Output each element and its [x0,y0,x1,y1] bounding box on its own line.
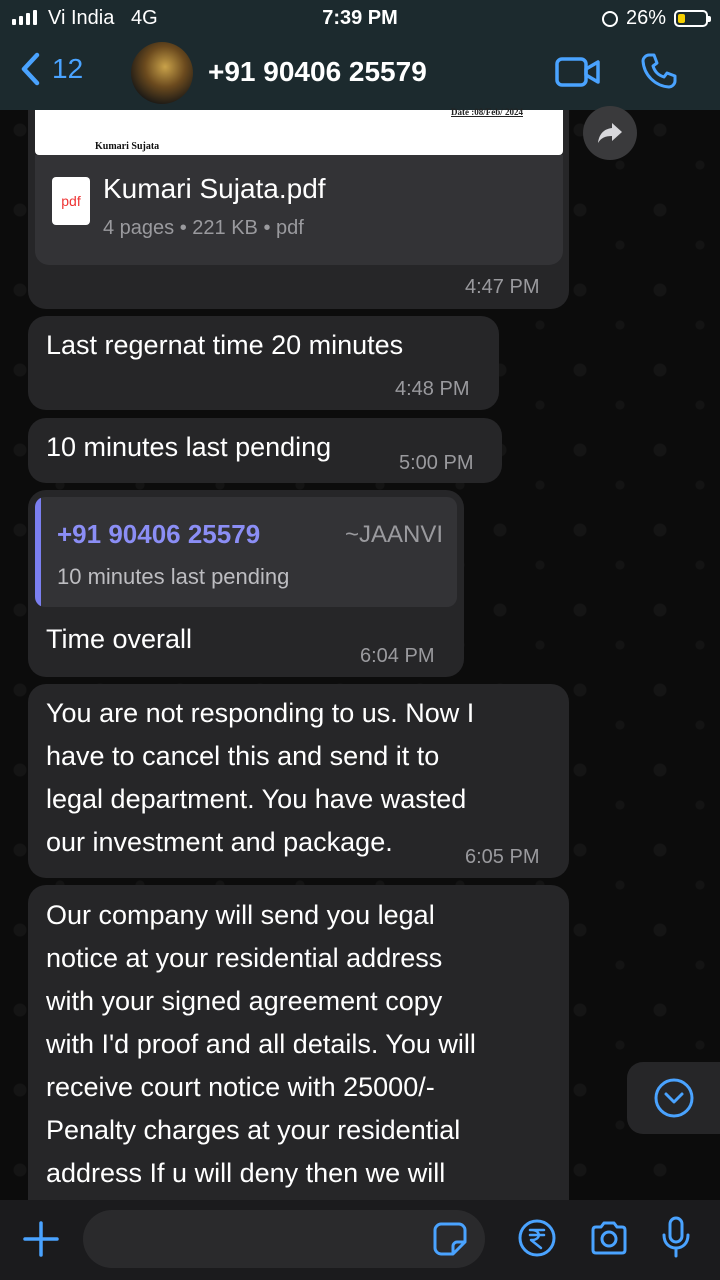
share-arrow-icon [598,123,622,143]
file-meta: 4 pages • 221 KB • pdf [103,217,304,239]
preview-date: Date :08/Feb/ 2024 [451,107,523,117]
chevron-left-icon [21,52,40,86]
message-reply[interactable]: +91 90406 25579 ~JAANVI 10 minutes last … [28,490,464,677]
message-time: 4:47 PM [465,276,540,298]
message-line: have to cancel this and send it to [46,741,440,771]
rotation-lock-icon [601,10,618,27]
phone-call-icon[interactable] [640,52,678,90]
battery-icon [674,10,711,27]
forward-button[interactable] [583,106,637,160]
microphone-icon[interactable] [660,1215,692,1259]
message-time: 6:04 PM [360,645,435,667]
message-text: Last regernat time 20 minutes [46,330,404,360]
quote-alias: ~JAANVI [344,521,443,548]
quoted-message[interactable]: +91 90406 25579 ~JAANVI 10 minutes last … [35,497,457,607]
preview-name: Kumari Sujata [95,141,160,152]
message-line: notice at your residential address [46,943,443,973]
message-bubble[interactable]: Last regernat time 20 minutes 4:48 PM [28,316,499,410]
file-name: Kumari Sujata.pdf [103,173,326,204]
chevron-down-circle-icon [654,1078,693,1118]
back-button[interactable]: 12 [20,52,83,86]
message-line: address If u will deny then we will [46,1158,446,1188]
status-bar: Vi India 4G 7:39 PM 26% [0,0,720,38]
message-line: legal department. You have wasted [46,784,467,814]
message-line: with your signed agreement copy [46,986,443,1016]
top-bar: Vi India 4G 7:39 PM 26% 12 +91 90406 255… [0,0,720,110]
file-type-label: pdf [61,193,81,209]
message-time: 5:00 PM [399,452,474,474]
message-text: 10 minutes last pending [46,432,332,462]
document-card[interactable]: pdf Kumari Sujata.pdf 4 pages • 221 KB •… [35,155,563,265]
message-bubble[interactable]: You are not responding to us. Now I have… [28,684,569,878]
quote-text: 10 minutes last pending [57,564,290,589]
quote-sender: +91 90406 25579 [57,519,261,549]
message-line: You are not responding to us. Now I [46,698,475,728]
message-line: Penalty charges at your residential [46,1115,461,1145]
message-bubble[interactable]: Our company will send you legal notice a… [28,885,569,1215]
message-time: 6:05 PM [465,846,540,868]
message-time: 4:48 PM [395,378,470,400]
message-text: Our company will send you legal notice a… [46,894,476,1195]
unread-count: 12 [52,53,84,84]
message-input-bar [0,1200,720,1280]
message-text: Time overall [46,624,193,654]
battery-percent: 26% [625,7,666,29]
battery-indicator: 26% [601,7,711,30]
message-line: our investment and package. [46,827,393,857]
quote-bar [35,497,41,607]
avatar[interactable] [131,42,193,104]
message-line: with I'd proof and all details. You will [46,1029,476,1059]
message-line: receive court notice with 25000/- [46,1072,435,1102]
message-bubble[interactable]: 10 minutes last pending 5:00 PM [28,418,502,483]
message-text: You are not responding to us. Now I have… [46,692,474,864]
chat-header: 12 +91 90406 25579 [0,38,720,110]
scroll-to-bottom-button[interactable] [627,1062,720,1134]
message-input[interactable] [83,1210,485,1268]
camera-icon[interactable] [589,1220,629,1256]
plus-icon[interactable] [22,1220,60,1258]
contact-name[interactable]: +91 90406 25579 [208,56,427,88]
message-document[interactable]: Date :08/Feb/ 2024 Kumari Sujata pdf Kum… [28,107,569,309]
rupee-payment-icon[interactable] [517,1218,557,1258]
document-preview: Date :08/Feb/ 2024 Kumari Sujata [35,107,563,155]
video-call-icon[interactable] [555,56,601,88]
sticker-icon[interactable] [432,1221,468,1257]
message-line: Our company will send you legal [46,900,435,930]
pdf-file-icon: pdf [52,177,90,225]
